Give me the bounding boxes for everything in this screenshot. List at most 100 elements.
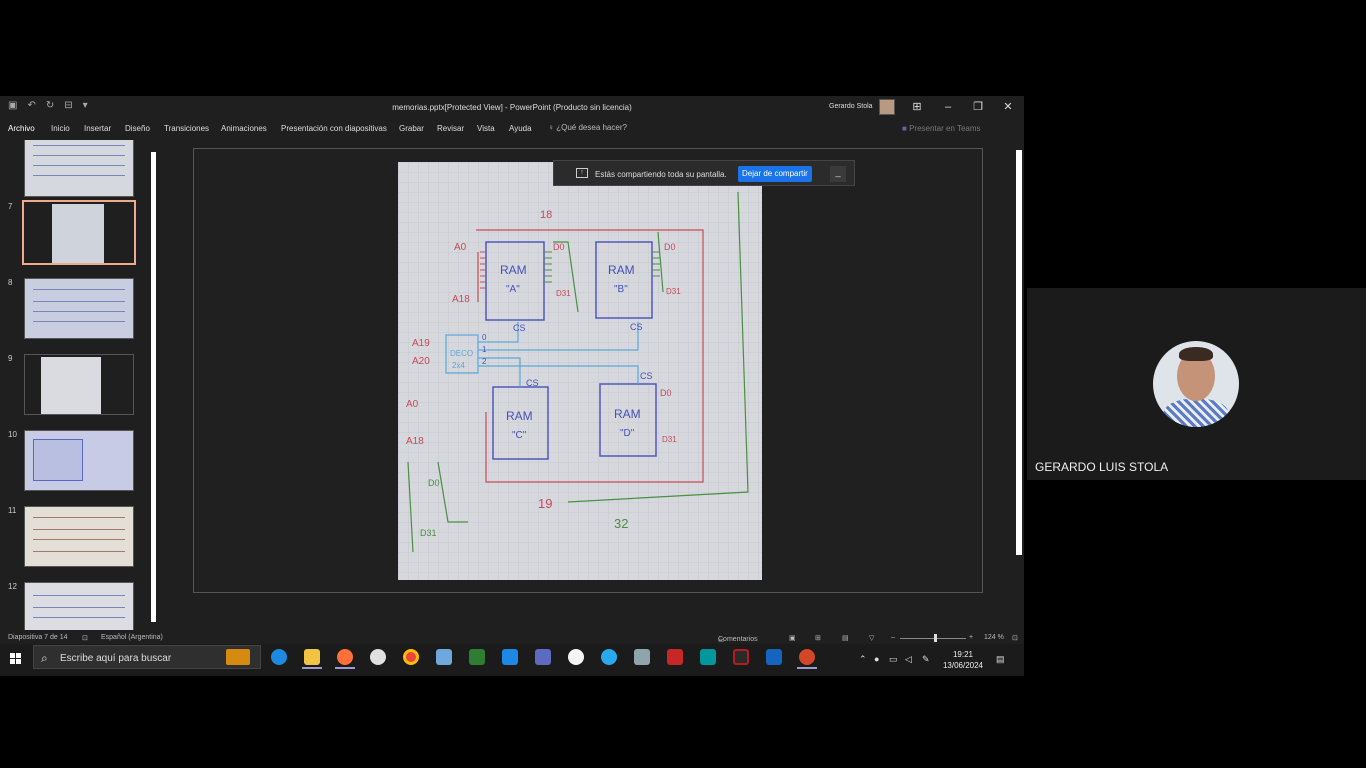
tray-overflow-icon[interactable]: ⌃ bbox=[859, 654, 867, 665]
slide-thumbnail-7[interactable] bbox=[22, 200, 136, 265]
slide-thumbnail-11[interactable] bbox=[24, 506, 134, 567]
title-bar: ▣ ↶ ↻ ⊟ ▾ memorias.pptx[Protected View] … bbox=[0, 96, 1024, 118]
d0-label-4: D0 bbox=[428, 478, 440, 488]
close-icon[interactable]: ✕ bbox=[1001, 100, 1015, 114]
tab-animaciones[interactable]: Animaciones bbox=[221, 124, 267, 133]
running-indicator bbox=[335, 667, 355, 669]
windows-start-icon[interactable] bbox=[10, 653, 22, 665]
file-explorer-icon[interactable] bbox=[304, 649, 320, 665]
current-slide[interactable]: RAM "A" RAM "B" RAM "C" RAM "D" CS CS CS… bbox=[193, 148, 983, 593]
slide-thumbnail-8[interactable] bbox=[24, 278, 134, 339]
display-icon[interactable]: ▭ bbox=[889, 654, 898, 665]
taskbar-clock[interactable]: 19:21 13/06/2024 bbox=[940, 649, 986, 671]
user-avatar[interactable] bbox=[879, 99, 895, 115]
present-in-teams-button[interactable]: ■ Presentar en Teams bbox=[902, 124, 981, 133]
terminal-app-icon[interactable] bbox=[535, 649, 551, 665]
notifications-icon[interactable]: ▤ bbox=[996, 654, 1005, 665]
a18-label: A18 bbox=[452, 294, 470, 305]
out-1: 1 bbox=[482, 345, 487, 354]
slide-thumbnail-12[interactable] bbox=[24, 582, 134, 630]
arduino-icon[interactable] bbox=[700, 649, 716, 665]
ram-b-label: RAM bbox=[608, 263, 635, 277]
lightbulb-icon: ♀ bbox=[548, 123, 557, 132]
reading-view-icon[interactable]: ▤ bbox=[842, 634, 849, 642]
slide-thumbnail-10[interactable] bbox=[24, 430, 134, 491]
thumb-line bbox=[33, 301, 125, 302]
tab-transiciones[interactable]: Transiciones bbox=[164, 124, 209, 133]
zoom-slider-thumb[interactable] bbox=[934, 634, 937, 642]
stop-sharing-button[interactable]: Dejar de compartir bbox=[738, 166, 812, 182]
a20-label: A20 bbox=[412, 356, 430, 367]
slide-scrollbar[interactable] bbox=[1014, 140, 1024, 590]
microphone-icon[interactable]: ● bbox=[874, 654, 879, 664]
tab-archivo[interactable]: Archivo bbox=[8, 124, 35, 133]
telegram-icon[interactable] bbox=[601, 649, 617, 665]
filezilla-icon[interactable] bbox=[667, 649, 683, 665]
avatar-hair bbox=[1179, 347, 1213, 361]
cube-app-icon[interactable] bbox=[436, 649, 452, 665]
firefox-icon[interactable] bbox=[337, 649, 353, 665]
slide-thumbnail-9[interactable] bbox=[24, 354, 134, 415]
media-app-icon[interactable] bbox=[568, 649, 584, 665]
slack-icon[interactable] bbox=[370, 649, 386, 665]
tab-vista[interactable]: Vista bbox=[477, 124, 495, 133]
sharing-message: Estás compartiendo toda su pantalla. bbox=[595, 170, 727, 179]
tell-me-search[interactable]: ♀ ¿Qué desea hacer? bbox=[548, 123, 627, 132]
thumb-number: 8 bbox=[8, 278, 13, 287]
fit-slide-icon[interactable]: ⊡ bbox=[1012, 634, 1018, 642]
scrollbar-thumb[interactable] bbox=[1016, 150, 1022, 555]
slide-thumbnails-pane: 7 8 9 10 11 12 bbox=[0, 140, 160, 630]
ram-b-sub: "B" bbox=[614, 284, 628, 295]
cs-label-b: CS bbox=[630, 322, 643, 332]
chat-app-icon[interactable] bbox=[502, 649, 518, 665]
tab-grabar[interactable]: Grabar bbox=[399, 124, 424, 133]
minimize-icon[interactable]: – bbox=[941, 100, 955, 114]
chrome-icon[interactable] bbox=[403, 649, 419, 665]
d31-label-3: D31 bbox=[662, 435, 677, 444]
ram-d-label: RAM bbox=[614, 407, 641, 421]
restore-icon[interactable]: ❐ bbox=[971, 100, 985, 114]
zoom-level[interactable]: 124 % bbox=[984, 634, 1004, 641]
normal-view-icon[interactable]: ▣ bbox=[789, 634, 796, 642]
thumb-line bbox=[33, 595, 125, 596]
volume-icon[interactable]: ◁ bbox=[905, 654, 912, 665]
slide-thumbnail-6[interactable] bbox=[24, 140, 134, 197]
network-app-icon[interactable] bbox=[634, 649, 650, 665]
taskbar-search-box[interactable]: ⌕ Escribe aquí para buscar bbox=[33, 645, 261, 669]
thumb-line bbox=[33, 289, 125, 290]
thumb-photo bbox=[52, 204, 104, 263]
spreadsheet-app-icon[interactable] bbox=[469, 649, 485, 665]
slide-editor: RAM "A" RAM "B" RAM "C" RAM "D" CS CS CS… bbox=[162, 140, 1014, 600]
tab-revisar[interactable]: Revisar bbox=[437, 124, 464, 133]
tab-inicio[interactable]: Inicio bbox=[51, 124, 70, 133]
bug-app-icon[interactable] bbox=[733, 649, 749, 665]
slide-sorter-icon[interactable]: ⊞ bbox=[815, 634, 821, 642]
powershell-icon[interactable] bbox=[766, 649, 782, 665]
thumb-number: 9 bbox=[8, 354, 13, 363]
tab-insertar[interactable]: Insertar bbox=[84, 124, 111, 133]
edge-icon[interactable] bbox=[271, 649, 287, 665]
user-name[interactable]: Gerardo Stola bbox=[829, 103, 873, 110]
zoom-in-icon[interactable]: + bbox=[969, 634, 973, 641]
thumb-photo bbox=[41, 357, 101, 414]
thumbnails-scrollbar[interactable] bbox=[149, 140, 158, 630]
thumb-line bbox=[33, 517, 125, 518]
ribbon-display-icon[interactable]: ⊞ bbox=[910, 100, 924, 114]
d0-label-2: D0 bbox=[664, 242, 676, 252]
slide-photo-circuit-sketch[interactable]: RAM "A" RAM "B" RAM "C" RAM "D" CS CS CS… bbox=[398, 162, 762, 580]
zoom-out-icon[interactable]: – bbox=[891, 634, 895, 641]
pen-icon[interactable]: ✎ bbox=[922, 654, 930, 665]
tab-ayuda[interactable]: Ayuda bbox=[509, 124, 532, 133]
minimize-share-bar-button[interactable]: _ bbox=[830, 166, 846, 182]
thumb-number: 11 bbox=[8, 506, 17, 515]
slideshow-icon[interactable]: ▽ bbox=[869, 634, 874, 642]
participant-tile[interactable]: GERARDO LUIS STOLA bbox=[1027, 288, 1366, 480]
language[interactable]: Español (Argentina) bbox=[101, 634, 163, 641]
tab-presentacion[interactable]: Presentación con diapositivas bbox=[281, 124, 387, 133]
tab-diseno[interactable]: Diseño bbox=[125, 124, 150, 133]
scrollbar-thumb[interactable] bbox=[151, 152, 156, 622]
zoom-slider[interactable] bbox=[900, 638, 966, 639]
accessibility-icon[interactable]: ⊡ bbox=[82, 634, 88, 642]
thumb-line bbox=[33, 539, 125, 540]
powerpoint-icon[interactable] bbox=[799, 649, 815, 665]
